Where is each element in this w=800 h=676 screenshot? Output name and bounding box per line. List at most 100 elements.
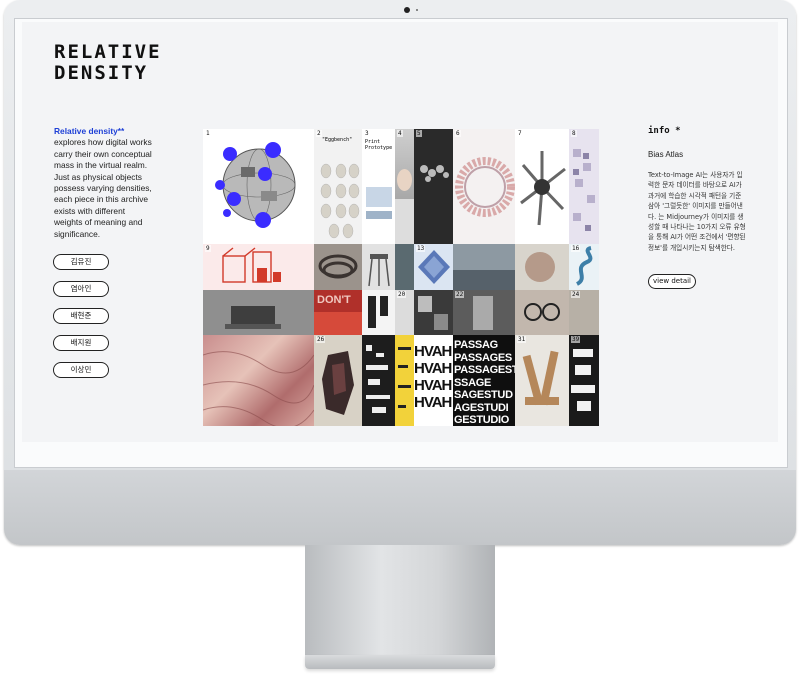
grid-cell-19[interactable] <box>362 290 395 335</box>
project-title: Bias Atlas <box>648 150 684 159</box>
designer-button-2[interactable]: 염아인 <box>53 281 109 297</box>
designer-button-3[interactable]: 배현준 <box>53 308 109 324</box>
grid-cell-1[interactable]: 1 <box>203 129 314 244</box>
grid-cell-12[interactable] <box>395 244 414 290</box>
red-structure-artwork <box>222 247 281 283</box>
grid-cell-11[interactable] <box>362 244 395 290</box>
grid-cell-14[interactable] <box>453 244 515 290</box>
yellow-poster-artwork <box>398 347 411 408</box>
grid-cell-22[interactable]: 22 <box>453 290 515 335</box>
wreath-artwork <box>455 157 515 217</box>
grid-cell-26[interactable]: 26 <box>314 335 362 426</box>
grid-cell-6[interactable]: 6 <box>453 129 515 244</box>
grid-cell-23[interactable] <box>515 290 569 335</box>
cell2-caption: "Eggbench" <box>322 137 353 143</box>
star-artwork <box>520 151 566 226</box>
cell3-caption: Print Prototype <box>365 139 393 151</box>
grid-cell-17[interactable] <box>203 290 314 335</box>
poster-bar <box>368 296 376 328</box>
grid-cell-number: 9 <box>205 245 211 252</box>
view-detail-button[interactable]: view detail <box>648 274 696 289</box>
camera-indicator <box>416 9 418 11</box>
dark-form-artwork <box>322 351 354 415</box>
grid-cell-number: 16 <box>571 245 581 252</box>
passages-line: SAGESTUD <box>454 389 513 401</box>
grid-cell-16[interactable]: 16 <box>569 244 599 290</box>
dont-text: DON'T <box>317 294 351 306</box>
hvah-line: HVAH <box>414 343 452 360</box>
passages-line: PASSAGEST <box>454 364 515 376</box>
grid-cell-21[interactable] <box>414 290 453 335</box>
grid-cell-15[interactable] <box>515 244 569 290</box>
grid-cell-3[interactable]: 3 Print Prototype <box>362 129 395 244</box>
grid-cell-31[interactable]: 31 <box>515 335 569 426</box>
loops-artwork <box>318 254 358 279</box>
poster-block <box>314 312 362 335</box>
cell3-image <box>366 211 392 219</box>
hvah-text: HVAH HVAH HVAH HVAH <box>414 343 452 411</box>
passages-line: PASSAGES <box>454 351 512 364</box>
intro-text: Relative density** explores how digital … <box>54 126 154 240</box>
grid-cell-20[interactable]: 20 <box>395 290 414 335</box>
designer-button-1[interactable]: 김유진 <box>53 254 109 270</box>
grid-cell-30[interactable]: PASSAG PASSAGES PASSAGEST SSAGE SAGESTUD AGES… <box>453 335 515 426</box>
monitor-foot <box>305 655 495 669</box>
intro-highlight-link[interactable]: Relative density** <box>54 126 124 136</box>
sphere-artwork <box>215 142 296 228</box>
pixel-artwork <box>573 149 595 231</box>
grid-cell-number: 13 <box>416 245 426 252</box>
type-poster-artwork <box>366 345 390 413</box>
designer-button-4[interactable]: 배지원 <box>53 335 109 351</box>
grid-cell-number: 31 <box>517 336 527 343</box>
passages-line: GESTUDIO <box>454 414 510 426</box>
grid-cell-28[interactable] <box>395 335 414 426</box>
designer-list: 김유진 염아인 배현준 배지원 이상민 <box>53 254 109 389</box>
grid-cell-number: 39 <box>571 336 581 343</box>
grid-cell-9[interactable]: 9 <box>203 244 314 290</box>
cell3-image <box>366 187 392 207</box>
grid-cell-7[interactable]: 7 <box>515 129 569 244</box>
grid-cell-number: 8 <box>571 130 577 137</box>
collage-piece <box>418 296 432 312</box>
grid-cell-number: 22 <box>455 291 465 298</box>
logo-line-1: RELATIVE <box>54 41 162 63</box>
site-logo[interactable]: RELATIVE DENSITY <box>54 42 162 84</box>
figure-photo <box>473 296 493 330</box>
grid-cell-10[interactable] <box>314 244 362 290</box>
poster-bar <box>380 296 388 316</box>
screen: RELATIVE DENSITY Relative density** expl… <box>22 22 778 442</box>
stool-artwork <box>368 254 390 287</box>
camera-icon <box>404 7 410 13</box>
grid-cell-13[interactable]: 13 <box>414 244 453 290</box>
grid-cell-4[interactable]: 4 <box>395 129 414 244</box>
designer-button-5[interactable]: 이상민 <box>53 362 109 378</box>
grid-cell-27[interactable] <box>362 335 395 426</box>
eggs-artwork <box>320 163 360 239</box>
grid-cell-25[interactable] <box>203 335 314 426</box>
intro-body: explores how digital works carry their o… <box>54 137 152 239</box>
passages-line: SSAGE <box>454 376 492 389</box>
glasses-artwork <box>524 303 560 321</box>
passages-line: AGESTUDI <box>454 401 509 414</box>
laptop-base <box>225 324 281 329</box>
object-photo <box>525 252 555 282</box>
logo-line-2: DENSITY <box>54 62 149 84</box>
grid-cell-8[interactable]: 8 <box>569 129 599 244</box>
type-poster-artwork <box>571 349 595 411</box>
crowd-photo <box>453 270 515 290</box>
passages-text: PASSAG PASSAGES PASSAGEST SSAGE SAGESTUD AGES… <box>454 339 515 426</box>
grid-cell-number: 2 <box>316 130 322 137</box>
grid-cell-number: 1 <box>205 130 211 137</box>
grid-cell-24[interactable]: 24 <box>569 290 599 335</box>
hvah-line: HVAH <box>414 377 452 394</box>
grid-cell-29[interactable]: HVAH HVAH HVAH HVAH <box>414 335 453 426</box>
grid-cell-32[interactable]: 39 <box>569 335 599 426</box>
grid-cell-5[interactable]: 5 <box>414 129 453 244</box>
grid-cell-number: 24 <box>571 291 581 298</box>
grid-cell-18[interactable]: DON'T <box>314 290 362 335</box>
monitor-chin <box>4 470 796 545</box>
laptop-photo <box>231 306 275 324</box>
grid-cell-2[interactable]: 2 "Eggbench" <box>314 129 362 244</box>
project-description: Text-to-Image AI는 사용자가 입력한 문자 데이터를 바탕으로 … <box>648 171 746 252</box>
hvah-line: HVAH <box>414 360 452 377</box>
